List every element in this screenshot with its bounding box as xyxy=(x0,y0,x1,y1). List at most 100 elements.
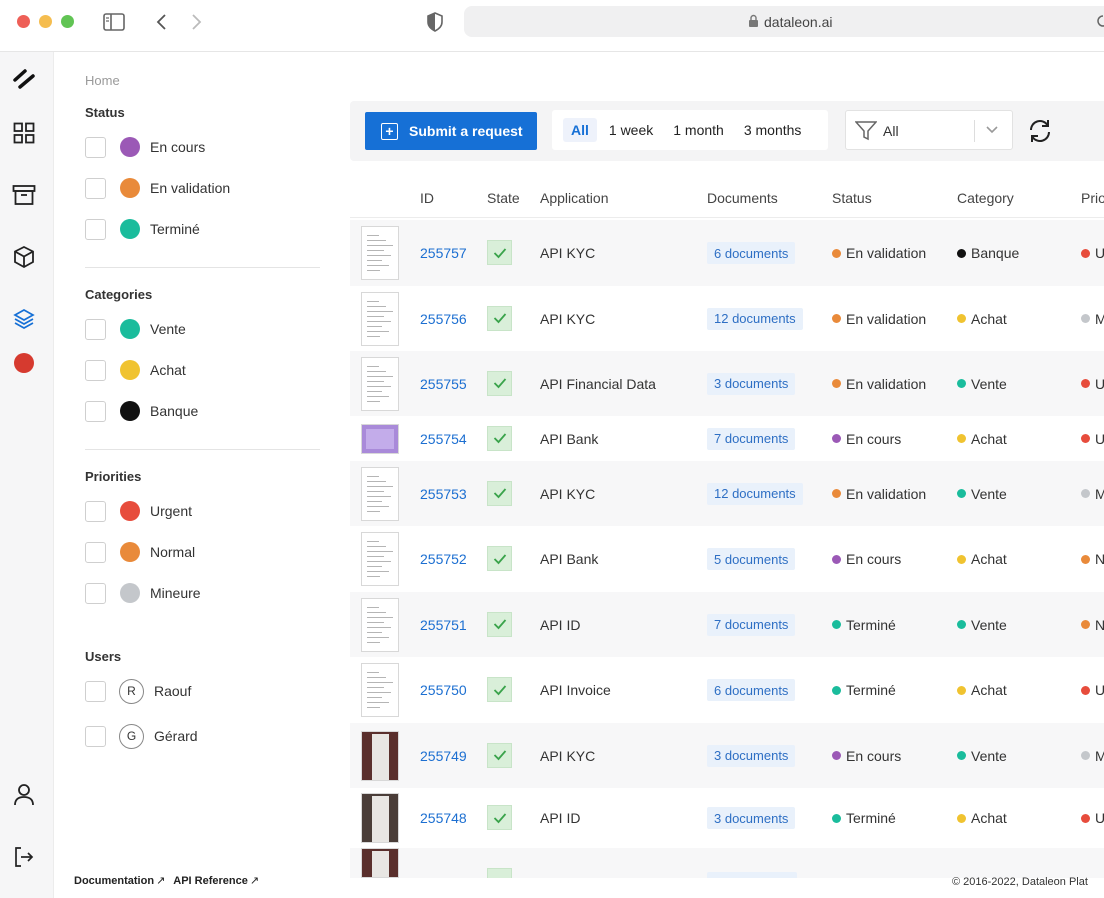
dataleon-logo-icon[interactable] xyxy=(12,67,36,91)
documentation-link[interactable]: Documentation ↗ xyxy=(74,874,165,887)
table-row[interactable]: 255756 API KYC 12 documents En validation Ac… xyxy=(350,286,1104,351)
priority-checkbox[interactable] xyxy=(85,582,106,604)
column-header-id[interactable]: ID xyxy=(420,190,434,206)
status-checkbox[interactable] xyxy=(85,136,106,158)
breadcrumb[interactable]: Home xyxy=(85,73,120,88)
tab-1-week[interactable]: 1 week xyxy=(601,118,661,142)
table-row[interactable]: 255757 API KYC 6 documents En validation Ban… xyxy=(350,220,1104,286)
category-option-banque[interactable]: Banque xyxy=(85,400,198,422)
document-thumbnail[interactable] xyxy=(361,663,399,717)
priority-checkbox[interactable] xyxy=(85,541,106,563)
documents-badge[interactable]: 12 documents xyxy=(707,307,803,330)
documents-badge[interactable] xyxy=(707,872,797,878)
layers-icon[interactable] xyxy=(12,307,36,331)
category-checkbox[interactable] xyxy=(85,359,106,381)
archive-box-icon[interactable] xyxy=(12,183,36,207)
window-minimize-button[interactable] xyxy=(39,15,52,28)
status-checkbox[interactable] xyxy=(85,218,106,240)
documents-badge[interactable]: 7 documents xyxy=(707,613,796,636)
priority-option-normal[interactable]: Normal xyxy=(85,541,195,563)
address-bar[interactable]: dataleon.ai xyxy=(464,6,1104,37)
request-id-link[interactable]: 255748 xyxy=(420,810,467,826)
table-row[interactable] xyxy=(350,848,1104,878)
document-thumbnail[interactable] xyxy=(361,226,399,280)
table-row[interactable]: 255748 API ID 3 documents Terminé Achat U xyxy=(350,788,1104,848)
status-checkbox[interactable] xyxy=(85,177,106,199)
tab-all[interactable]: All xyxy=(563,118,597,142)
documents-badge[interactable]: 3 documents xyxy=(707,372,796,395)
document-thumbnail[interactable] xyxy=(361,848,399,878)
submit-request-button[interactable]: + Submit a request xyxy=(365,112,537,150)
documents-badge[interactable]: 5 documents xyxy=(707,548,796,570)
shield-icon[interactable] xyxy=(423,10,447,34)
sidebar-toggle-icon[interactable] xyxy=(102,10,126,34)
category-option-vente[interactable]: Vente xyxy=(85,318,186,340)
cube-icon[interactable] xyxy=(12,245,36,269)
document-thumbnail[interactable] xyxy=(361,466,399,521)
column-header-status[interactable]: Status xyxy=(832,190,872,206)
priority-checkbox[interactable] xyxy=(85,500,106,522)
document-thumbnail[interactable] xyxy=(361,423,399,454)
tab-3-months[interactable]: 3 months xyxy=(736,118,810,142)
chevron-down-icon[interactable] xyxy=(985,123,999,142)
table-row[interactable]: 255751 API ID 7 documents Terminé Vente N xyxy=(350,592,1104,657)
user-option-gerard[interactable]: G Gérard xyxy=(85,723,198,749)
documents-badge[interactable]: 12 documents xyxy=(707,482,803,505)
user-option-raouf[interactable]: R Raouf xyxy=(85,678,191,704)
record-icon[interactable] xyxy=(12,351,36,375)
table-row[interactable]: 255753 API KYC 12 documents En validation Ve… xyxy=(350,461,1104,526)
status-option-en-cours[interactable]: En cours xyxy=(85,136,205,158)
priority-option-urgent[interactable]: Urgent xyxy=(85,500,192,522)
status-option-en-validation[interactable]: En validation xyxy=(85,177,230,199)
request-id-link[interactable]: 255753 xyxy=(420,486,467,502)
request-id-link[interactable]: 255752 xyxy=(420,551,467,567)
document-thumbnail[interactable] xyxy=(361,291,399,346)
category-checkbox[interactable] xyxy=(85,400,106,422)
document-thumbnail[interactable] xyxy=(361,793,399,843)
api-reference-link[interactable]: API Reference ↗ xyxy=(173,874,259,887)
dashboard-grid-icon[interactable] xyxy=(12,121,36,145)
documents-badge[interactable]: 3 documents xyxy=(707,807,796,829)
request-id-link[interactable]: 255756 xyxy=(420,311,467,327)
document-thumbnail[interactable] xyxy=(361,532,399,586)
request-id-link[interactable]: 255754 xyxy=(420,431,467,447)
column-header-application[interactable]: Application xyxy=(540,190,609,206)
table-row[interactable]: 255750 API Invoice 6 documents Terminé Achat… xyxy=(350,657,1104,723)
documents-badge[interactable]: 7 documents xyxy=(707,427,796,450)
column-header-category[interactable]: Category xyxy=(957,190,1014,206)
filter-select[interactable]: All xyxy=(845,110,1013,150)
reload-icon[interactable] xyxy=(1096,13,1104,34)
request-id-link[interactable]: 255751 xyxy=(420,617,467,633)
category-option-achat[interactable]: Achat xyxy=(85,359,186,381)
column-header-state[interactable]: State xyxy=(487,190,520,206)
table-row[interactable]: 255754 API Bank 7 documents En cours Achat U xyxy=(350,416,1104,461)
user-checkbox[interactable] xyxy=(85,725,106,747)
request-id-link[interactable]: 255757 xyxy=(420,245,467,261)
document-thumbnail[interactable] xyxy=(361,356,399,411)
table-row[interactable]: 255752 API Bank 5 documents En cours Achat N xyxy=(350,526,1104,592)
forward-arrow-icon[interactable] xyxy=(185,10,209,34)
table-row[interactable]: 255755 API Financial Data 3 documents En va… xyxy=(350,351,1104,416)
document-thumbnail[interactable] xyxy=(361,597,399,652)
category-checkbox[interactable] xyxy=(85,318,106,340)
refresh-icon[interactable] xyxy=(1027,118,1053,149)
column-header-priority[interactable]: Prio xyxy=(1081,190,1104,206)
window-zoom-button[interactable] xyxy=(61,15,74,28)
documents-badge[interactable]: 6 documents xyxy=(707,242,796,264)
column-header-documents[interactable]: Documents xyxy=(707,190,778,206)
status-option-termine[interactable]: Terminé xyxy=(85,218,200,240)
table-row[interactable]: 255749 API KYC 3 documents En cours Vente M xyxy=(350,723,1104,788)
documents-badge[interactable]: 6 documents xyxy=(707,679,796,701)
documents-badge[interactable]: 3 documents xyxy=(707,744,796,767)
user-checkbox[interactable] xyxy=(85,680,106,702)
priority-option-mineure[interactable]: Mineure xyxy=(85,582,201,604)
logout-icon[interactable] xyxy=(12,845,36,869)
user-profile-icon[interactable] xyxy=(12,783,36,807)
request-id-link[interactable]: 255750 xyxy=(420,682,467,698)
request-id-link[interactable]: 255755 xyxy=(420,376,467,392)
back-arrow-icon[interactable] xyxy=(149,10,173,34)
document-thumbnail[interactable] xyxy=(361,730,399,781)
window-close-button[interactable] xyxy=(17,15,30,28)
tab-1-month[interactable]: 1 month xyxy=(665,118,732,142)
request-id-link[interactable]: 255749 xyxy=(420,748,467,764)
